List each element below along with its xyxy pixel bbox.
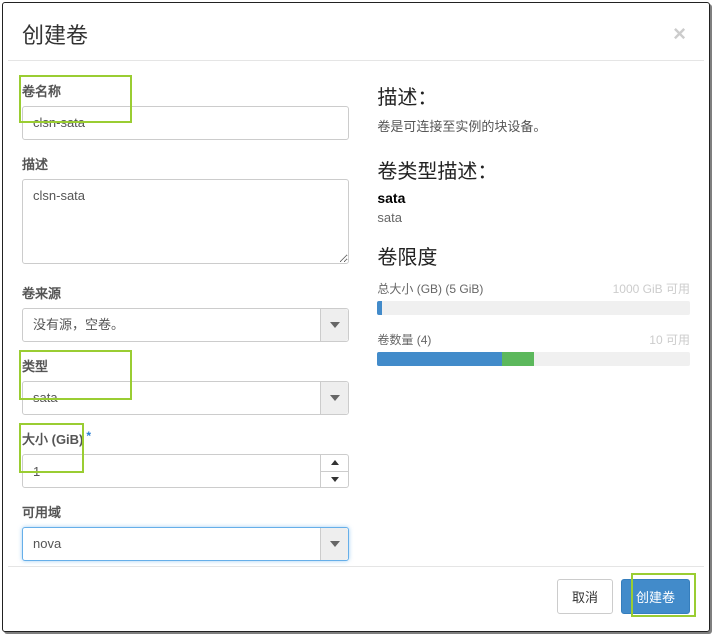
cancel-button[interactable]: 取消 [557, 579, 613, 614]
spinner-up-icon[interactable] [321, 455, 348, 472]
description-text: 卷是可连接至实例的块设备。 [377, 116, 690, 135]
type-label: 类型 [22, 356, 349, 375]
count-quota-bar [377, 352, 690, 366]
size-quota: 总大小 (GB) (5 GiB) 1000 GiB 可用 [377, 280, 690, 315]
count-quota-label: 卷数量 (4) [377, 331, 431, 348]
description-label: 描述 [22, 154, 349, 173]
size-quota-label: 总大小 (GB) (5 GiB) [377, 280, 483, 297]
spinner-down-icon[interactable] [321, 472, 348, 488]
form-panel: 卷名称 描述 卷来源 没有源，空卷。 类型 [22, 81, 369, 566]
close-icon[interactable]: × [669, 23, 690, 45]
source-label: 卷来源 [22, 283, 349, 302]
type-name: sata [377, 190, 690, 206]
size-stepper[interactable] [22, 454, 349, 488]
volume-name-label: 卷名称 [22, 81, 349, 100]
size-quota-bar [377, 301, 690, 315]
chevron-down-icon [320, 309, 348, 341]
type-desc: sata [377, 210, 690, 225]
count-quota-available: 10 可用 [649, 331, 690, 348]
type-desc-heading: 卷类型描述： [377, 155, 690, 184]
chevron-down-icon [320, 528, 348, 560]
limits-heading: 卷限度 [377, 241, 690, 270]
size-input[interactable] [23, 455, 320, 487]
count-quota: 卷数量 (4) 10 可用 [377, 331, 690, 366]
type-select-value: sata [33, 389, 58, 407]
modal-title: 创建卷 [22, 18, 88, 50]
description-textarea[interactable] [22, 179, 349, 264]
az-select[interactable]: nova [22, 527, 349, 561]
submit-button[interactable]: 创建卷 [621, 579, 690, 614]
source-select-value: 没有源，空卷。 [33, 316, 124, 334]
modal-header: 创建卷 × [8, 8, 704, 61]
chevron-down-icon [320, 382, 348, 414]
size-quota-available: 1000 GiB 可用 [613, 280, 690, 297]
source-select[interactable]: 没有源，空卷。 [22, 308, 349, 342]
info-panel: 描述： 卷是可连接至实例的块设备。 卷类型描述： sata sata 卷限度 总… [369, 81, 690, 566]
az-select-value: nova [33, 535, 61, 553]
type-select[interactable]: sata [22, 381, 349, 415]
description-heading: 描述： [377, 81, 690, 110]
az-label: 可用域 [22, 502, 349, 521]
modal-footer: 取消 创建卷 [8, 566, 704, 626]
volume-name-input[interactable] [22, 106, 349, 140]
size-label: 大小 (GiB)* [22, 429, 349, 448]
